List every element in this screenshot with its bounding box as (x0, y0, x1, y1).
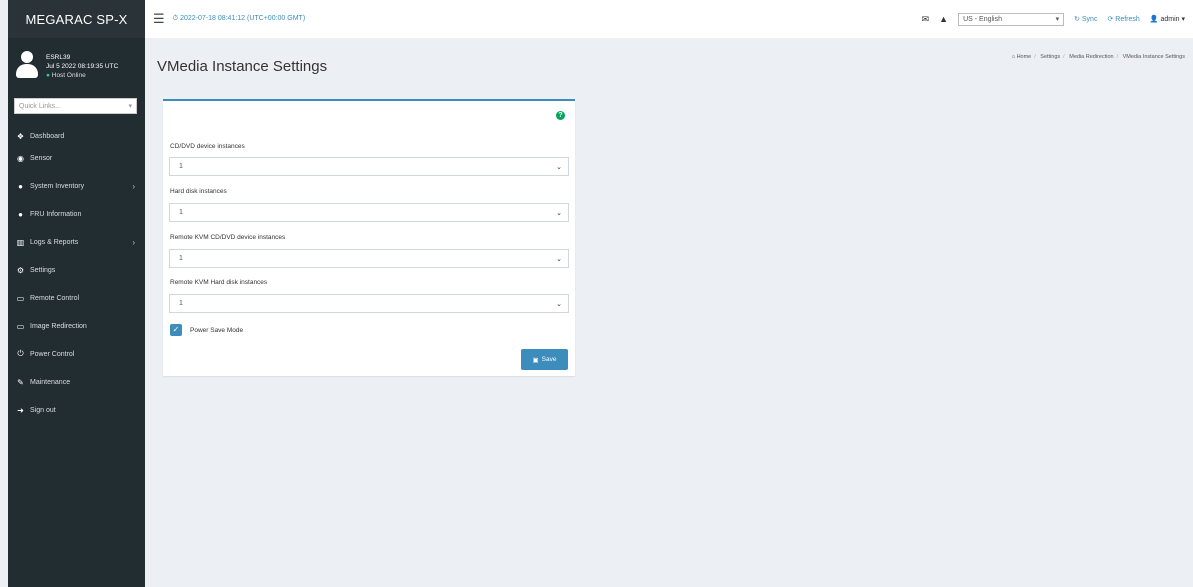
select-value: 1 (179, 300, 183, 307)
brand-logo[interactable]: MEGARAC SP-X (8, 0, 145, 38)
save-label: Save (541, 356, 557, 363)
sidebar-item-settings[interactable]: ⚙ Settings (8, 256, 145, 284)
sidebar-item-label: Maintenance (30, 378, 71, 386)
chevron-down-icon: ⌄ (556, 163, 562, 171)
user-name: ESRL39 (46, 53, 71, 61)
dashboard-icon: ❖ (16, 131, 25, 141)
refresh-button[interactable]: ⟳ Refresh (1107, 15, 1139, 23)
kvm-cd-dvd-instances-select[interactable]: 1 ⌄ (169, 249, 569, 268)
chevron-down-icon: ⌄ (556, 300, 562, 308)
help-icon[interactable]: ? (556, 111, 565, 120)
power-save-checkbox[interactable]: ✓ (170, 324, 182, 336)
sidebar-item-label: Power Control (30, 350, 75, 358)
user-menu[interactable]: 👤 admin ▾ (1150, 15, 1185, 23)
sidebar-item-label: Logs & Reports (30, 238, 79, 246)
language-value: US - English (963, 15, 1002, 23)
settings-box: ? CD/DVD device instances 1 ⌄ Hard disk … (163, 99, 575, 376)
breadcrumb-media-redirection[interactable]: Media Redirection (1069, 54, 1113, 60)
save-button[interactable]: ▣ Save (521, 349, 568, 370)
sidebar-item-label: Settings (30, 266, 56, 274)
floppy-disk-icon: ▣ (532, 356, 539, 364)
chevron-down-icon: ▾ (128, 103, 132, 110)
select-value: 1 (179, 209, 183, 216)
hard-disk-instances-select[interactable]: 1 ⌄ (169, 203, 569, 222)
chevron-down-icon: ▾ (1055, 16, 1060, 23)
sidebar-item-sign-out[interactable]: ➜ Sign out (8, 396, 145, 424)
select-value: 1 (179, 255, 183, 262)
sync-button[interactable]: ↻ Sync (1074, 15, 1097, 23)
bmc-datetime: ⏱ 2022-07-18 08:41:12 (UTC+00:00 GMT) (172, 15, 306, 22)
sidebar-item-label: FRU Information (30, 210, 82, 218)
sensor-icon: ◉ (17, 153, 24, 163)
kvm-hard-disk-instances-select[interactable]: 1 ⌄ (169, 294, 569, 313)
sidebar-item-label: Sensor (30, 154, 53, 162)
hard-disk-instances-label: Hard disk instances (170, 188, 227, 195)
status-dot-icon: ● (46, 71, 50, 79)
host-status: Host Online (51, 71, 86, 79)
settings-icon: ⚙ (16, 265, 25, 275)
cd-dvd-instances-label: CD/DVD device instances (170, 143, 245, 150)
breadcrumb-home[interactable]: Home (1017, 54, 1032, 60)
user-info: ESRL39 Jul 5 2022 08:19:35 UTC ● Host On… (46, 53, 118, 80)
mail-icon[interactable]: ✉ (922, 14, 930, 25)
chevron-down-icon: ⌄ (556, 255, 562, 263)
cd-dvd-instances-select[interactable]: 1 ⌄ (169, 157, 569, 176)
sidebar-item-power-control[interactable]: ⏻ Power Control (8, 340, 145, 368)
sidebar-item-sensor[interactable]: ◉ Sensor (8, 144, 145, 172)
logs-icon: ▥ (16, 237, 25, 247)
wrench-icon: ✎ (17, 377, 24, 387)
sidebar-item-label: Remote Control (30, 294, 80, 302)
sidebar-item-fru-information[interactable]: ● FRU Information (8, 200, 145, 228)
sidebar-item-maintenance[interactable]: ✎ Maintenance (8, 368, 145, 396)
quick-links-select[interactable]: Quick Links... ▾ (14, 98, 137, 114)
sidebar-item-system-inventory[interactable]: ● System Inventory › (8, 172, 145, 200)
sidebar-item-label: System Inventory (30, 182, 85, 190)
monitor-icon: ▭ (16, 293, 25, 303)
user-avatar-icon (14, 51, 40, 81)
inventory-icon: ● (18, 181, 23, 191)
power-icon: ⏻ (17, 349, 24, 358)
breadcrumb-settings[interactable]: Settings (1040, 54, 1060, 60)
breadcrumb-current: VMedia Instance Settings (1122, 54, 1185, 60)
sidebar-item-label: Dashboard (30, 132, 65, 140)
top-navbar: ☰ ⏱ 2022-07-18 08:41:12 (UTC+00:00 GMT) … (145, 0, 1193, 38)
sidebar-item-label: Sign out (30, 406, 56, 414)
breadcrumb: ⌂ Home / Settings / Media Redirection / VMe… (1011, 54, 1185, 60)
sidebar-menu: ❖ Dashboard ◉ Sensor ● System Inventory › ● FRU … (8, 128, 145, 424)
kvm-hard-disk-instances-label: Remote KVM Hard disk instances (170, 279, 268, 286)
user-datetime: Jul 5 2022 08:19:35 UTC (46, 62, 119, 70)
image-redirection-icon: ▭ (16, 321, 25, 331)
chevron-right-icon: › (132, 237, 135, 247)
sign-out-icon: ➜ (17, 405, 24, 415)
sidebar-item-logs-reports[interactable]: ▥ Logs & Reports › (8, 228, 145, 256)
chevron-down-icon: ⌄ (556, 209, 562, 217)
sidebar: MEGARAC SP-X ESRL39 Jul 5 2022 08:19:35 … (8, 0, 145, 587)
select-value: 1 (179, 163, 183, 170)
warning-icon[interactable]: ▲ (939, 14, 948, 24)
home-icon: ⌂ (1011, 54, 1016, 60)
sidebar-item-remote-control[interactable]: ▭ Remote Control (8, 284, 145, 312)
user-panel: ESRL39 Jul 5 2022 08:19:35 UTC ● Host On… (8, 38, 145, 94)
kvm-cd-dvd-instances-label: Remote KVM CD/DVD device instances (170, 234, 286, 241)
sidebar-item-image-redirection[interactable]: ▭ Image Redirection (8, 312, 145, 340)
sidebar-item-label: Image Redirection (30, 322, 87, 330)
language-select[interactable]: US - English ▾ (958, 12, 1065, 26)
menu-toggle-icon[interactable]: ☰ (153, 11, 165, 27)
chevron-right-icon: › (132, 181, 135, 191)
sidebar-item-dashboard[interactable]: ❖ Dashboard (8, 128, 145, 144)
fru-icon: ● (18, 209, 23, 219)
page-title: VMedia Instance Settings (157, 58, 328, 75)
user-icon: 👤 (1149, 16, 1159, 23)
power-save-label: Power Save Mode (190, 327, 244, 334)
quick-links-placeholder: Quick Links... (19, 102, 62, 110)
